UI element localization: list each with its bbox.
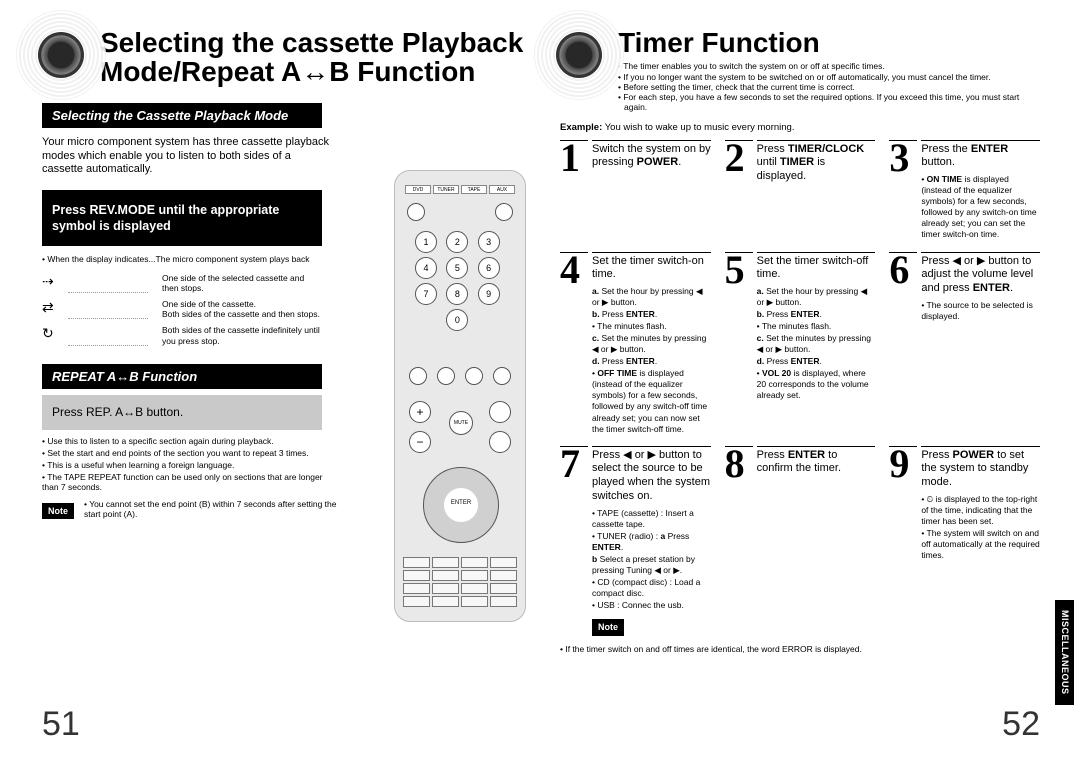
step-9: 9 Press POWER to set the system to stand… <box>889 446 1040 637</box>
step-2: 2 Press TIMER/CLOCK until TIMER is displ… <box>725 140 876 242</box>
step-6: 6 Press ◀ or ▶ button to adjust the volu… <box>889 252 1040 436</box>
tab-miscellaneous: MISCELLANEOUS <box>1055 600 1074 705</box>
speaker-graphic-right <box>534 10 624 100</box>
mode-row-3: ↻ Both sides of the cassette indefinitel… <box>42 325 322 345</box>
mode-table: • When the display indicates...The micro… <box>42 254 322 345</box>
remote-btn-tuner: TUNER <box>433 185 459 194</box>
example-line: Example: You wish to wake up to music ev… <box>560 122 1040 133</box>
remote-control-illustration: DVD TUNER TAPE AUX 123 456 789 0 + − MUT… <box>394 170 526 622</box>
note-row-left: Note • You cannot set the end point (B) … <box>42 499 342 520</box>
mode-lead: • When the display indicates...The micro… <box>42 254 322 264</box>
step-4-sub: a. Set the hour by pressing ◀ or ▶ butto… <box>592 286 711 435</box>
note-badge-step7: Note <box>592 619 624 636</box>
mode-row-2: ⇄ One side of the cassette. Both sides o… <box>42 299 322 319</box>
remote-skip-fwd-icon <box>493 367 511 385</box>
note-badge-left: Note <box>42 503 74 520</box>
page-number-right: 52 <box>1002 704 1040 745</box>
intro-bullets: • The timer enables you to switch the sy… <box>618 61 1040 112</box>
step-8: 8 Press ENTER to confirm the timer. <box>725 446 876 637</box>
remote-tune-up-icon <box>489 401 511 423</box>
section-head-2: REPEAT A↔B Function <box>42 364 322 390</box>
tip-3: • This is a useful when learning a forei… <box>42 460 332 470</box>
tip-2: • Set the start and end points of the se… <box>42 448 332 458</box>
page-title-left: Selecting the cassette Playback Mode/Rep… <box>100 28 530 87</box>
section-body-1: Your micro component system has three ca… <box>42 136 332 176</box>
mode-icon-both-once: ⇄ <box>42 299 54 319</box>
step-3-sub: • ON TIME is displayed (instead of the e… <box>921 174 1040 240</box>
step-5: 5 Set the timer switch-off time. a. Set … <box>725 252 876 436</box>
page-51: Selecting the cassette Playback Mode/Rep… <box>0 0 540 763</box>
remote-eject-icon <box>495 203 513 221</box>
page-number-left: 51 <box>42 704 80 745</box>
mode-icon-one-side: ⇢ <box>42 273 54 293</box>
steps-grid: 1 Switch the system on by pressing POWER… <box>560 140 1040 637</box>
step-6-sub: • The source to be selected is displayed… <box>921 300 1040 322</box>
mode-desc-1: One side of the selected cassette and th… <box>162 273 322 293</box>
remote-btn-aux: AUX <box>489 185 515 194</box>
remote-stop-icon <box>437 367 455 385</box>
remote-play-icon <box>465 367 483 385</box>
title-block-left: Selecting the cassette Playback Mode/Rep… <box>42 28 530 87</box>
remote-power-icon <box>407 203 425 221</box>
remote-vol-up-icon: + <box>409 401 431 423</box>
step-5-sub: a. Set the hour by pressing ◀ or ▶ butto… <box>757 286 876 401</box>
page-title-right: Timer Function <box>618 28 1040 57</box>
step-7: 7 Press ◀ or ▶ button to select the sour… <box>560 446 711 637</box>
remote-vol-down-icon: − <box>409 431 431 453</box>
step-1: 1 Switch the system on by pressing POWER… <box>560 140 711 242</box>
remote-btn-dvd: DVD <box>405 185 431 194</box>
remote-numpad: 123 456 789 0 <box>415 231 505 331</box>
mode-desc-2: One side of the cassette. Both sides of … <box>162 299 322 319</box>
bottom-note: • If the timer switch on and off times a… <box>560 644 1040 654</box>
step-3: 3 Press the ENTER button. • ON TIME is d… <box>889 140 1040 242</box>
step-7-sub: • TAPE (cassette) : Insert a cassette ta… <box>592 508 711 611</box>
note-text-left: • You cannot set the end point (B) withi… <box>78 499 342 519</box>
remote-bottom-grid <box>403 557 517 607</box>
instruction-grey: Press REP. A↔B button. <box>42 395 322 429</box>
instruction-bar-1: Press REV.MODE until the appropriate sym… <box>42 190 322 247</box>
remote-btn-tape: TAPE <box>461 185 487 194</box>
remote-mute-icon: MUTE <box>449 411 473 435</box>
remote-nav-wheel <box>423 467 499 543</box>
page-52: Timer Function • The timer enables you t… <box>540 0 1080 763</box>
tip-4: • The TAPE REPEAT function can be used o… <box>42 472 332 492</box>
step-9-sub: • ⏲ is displayed to the top-right of the… <box>921 494 1040 561</box>
tips-list: • Use this to listen to a specific secti… <box>42 436 332 493</box>
mode-row-1: ⇢ One side of the selected cassette and … <box>42 273 322 293</box>
section-head-1: Selecting the Cassette Playback Mode <box>42 103 322 129</box>
title-block-right: Timer Function • The timer enables you t… <box>560 28 1040 112</box>
tip-1: • Use this to listen to a specific secti… <box>42 436 332 446</box>
step-4: 4 Set the timer switch-on time. a. Set t… <box>560 252 711 436</box>
speaker-graphic-left <box>16 10 106 100</box>
remote-skip-back-icon <box>409 367 427 385</box>
mode-icon-loop: ↻ <box>42 325 54 345</box>
remote-tune-down-icon <box>489 431 511 453</box>
mode-desc-3: Both sides of the cassette indefinitely … <box>162 325 322 345</box>
